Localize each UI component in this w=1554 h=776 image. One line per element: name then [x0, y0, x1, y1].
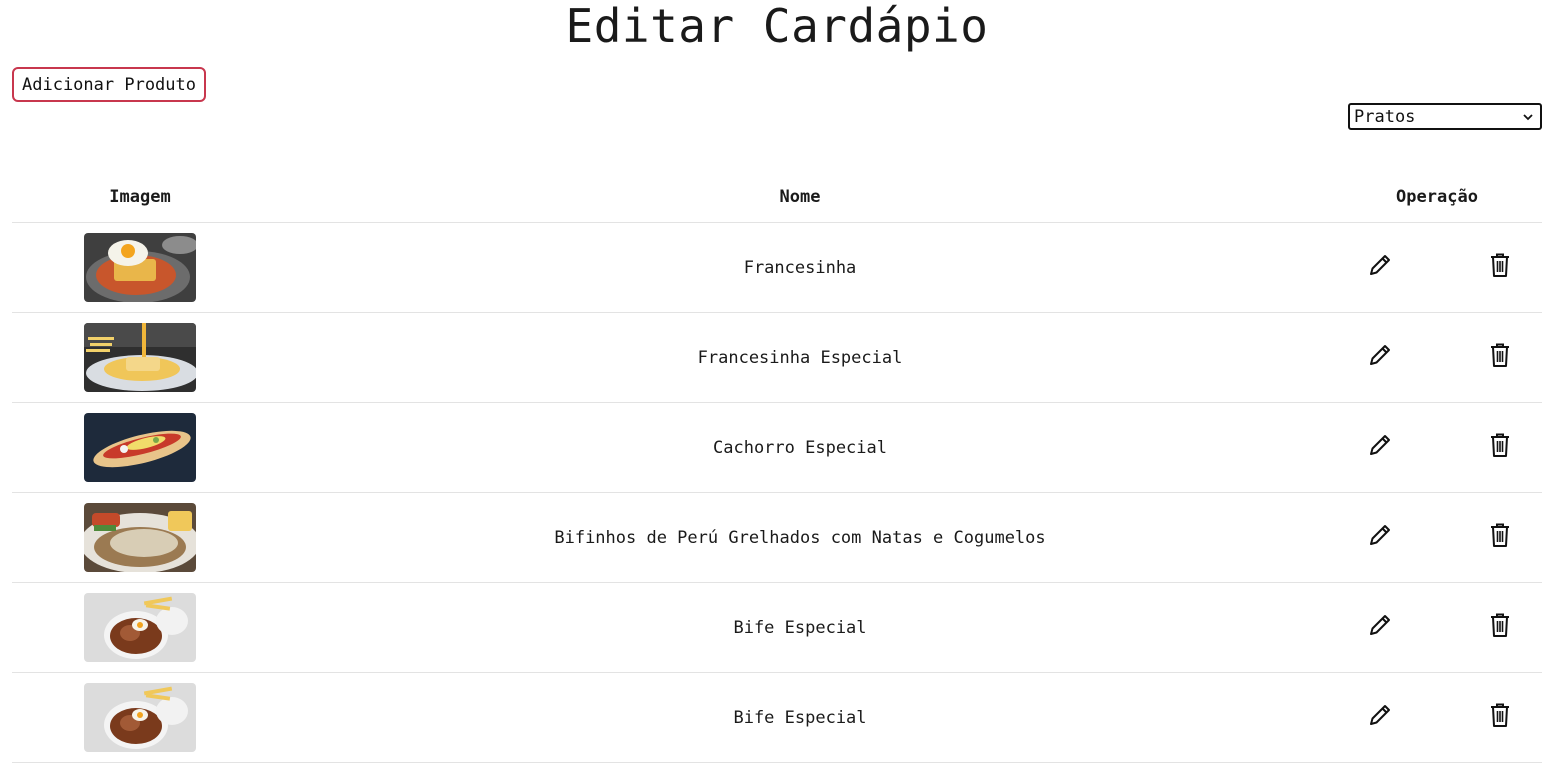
table-header-row: Imagem Nome Operação	[12, 172, 1542, 223]
trash-icon[interactable]	[1486, 341, 1514, 369]
product-name: Bife Especial	[268, 672, 1332, 763]
table-row: Bife Especial	[12, 672, 1542, 763]
add-product-button[interactable]: Adicionar Produto	[12, 67, 206, 102]
bifinhos-photo	[84, 503, 196, 572]
image-cell	[12, 672, 268, 763]
header-name: Nome	[268, 172, 1332, 223]
pencil-icon[interactable]	[1366, 611, 1394, 639]
image-cell	[12, 222, 268, 313]
pencil-icon[interactable]	[1366, 341, 1394, 369]
trash-icon[interactable]	[1486, 431, 1514, 459]
header-image: Imagem	[12, 172, 268, 223]
bife-especial-photo	[84, 683, 196, 752]
product-name: Bife Especial	[268, 582, 1332, 673]
category-select-value: Pratos	[1354, 106, 1416, 127]
image-cell	[12, 312, 268, 403]
image-cell	[12, 582, 268, 673]
pencil-icon[interactable]	[1366, 521, 1394, 549]
product-name: Francesinha Especial	[268, 312, 1332, 403]
header-operation: Operação	[1332, 172, 1542, 223]
table-row: Francesinha	[12, 222, 1542, 313]
pencil-icon[interactable]	[1366, 701, 1394, 729]
product-name: Bifinhos de Perú Grelhados com Natas e C…	[268, 492, 1332, 583]
table-row: Cachorro Especial	[12, 402, 1542, 493]
table-row: Bifinhos de Perú Grelhados com Natas e C…	[12, 492, 1542, 583]
francesinha-especial-photo	[84, 323, 196, 392]
table-row: Bife Especial	[12, 582, 1542, 673]
bife-especial-photo	[84, 593, 196, 662]
image-cell	[12, 402, 268, 493]
pencil-icon[interactable]	[1366, 431, 1394, 459]
cachorro-especial-photo	[84, 413, 196, 482]
trash-icon[interactable]	[1486, 521, 1514, 549]
page-title: Editar Cardápio	[565, 0, 989, 53]
table-row: Francesinha Especial	[12, 312, 1542, 403]
menu-table: Imagem Nome Operação Francesinha Frances…	[12, 172, 1542, 763]
trash-icon[interactable]	[1486, 611, 1514, 639]
operation-cell	[1332, 402, 1542, 493]
operation-cell	[1332, 312, 1542, 403]
operation-cell	[1332, 672, 1542, 763]
pencil-icon[interactable]	[1366, 251, 1394, 279]
chevron-down-icon	[1523, 113, 1533, 120]
francesinha-photo	[84, 233, 196, 302]
trash-icon[interactable]	[1486, 251, 1514, 279]
operation-cell	[1332, 222, 1542, 313]
trash-icon[interactable]	[1486, 701, 1514, 729]
category-select[interactable]: Pratos	[1348, 103, 1542, 130]
product-name: Cachorro Especial	[268, 402, 1332, 493]
operation-cell	[1332, 492, 1542, 583]
operation-cell	[1332, 582, 1542, 673]
image-cell	[12, 492, 268, 583]
product-name: Francesinha	[268, 222, 1332, 313]
